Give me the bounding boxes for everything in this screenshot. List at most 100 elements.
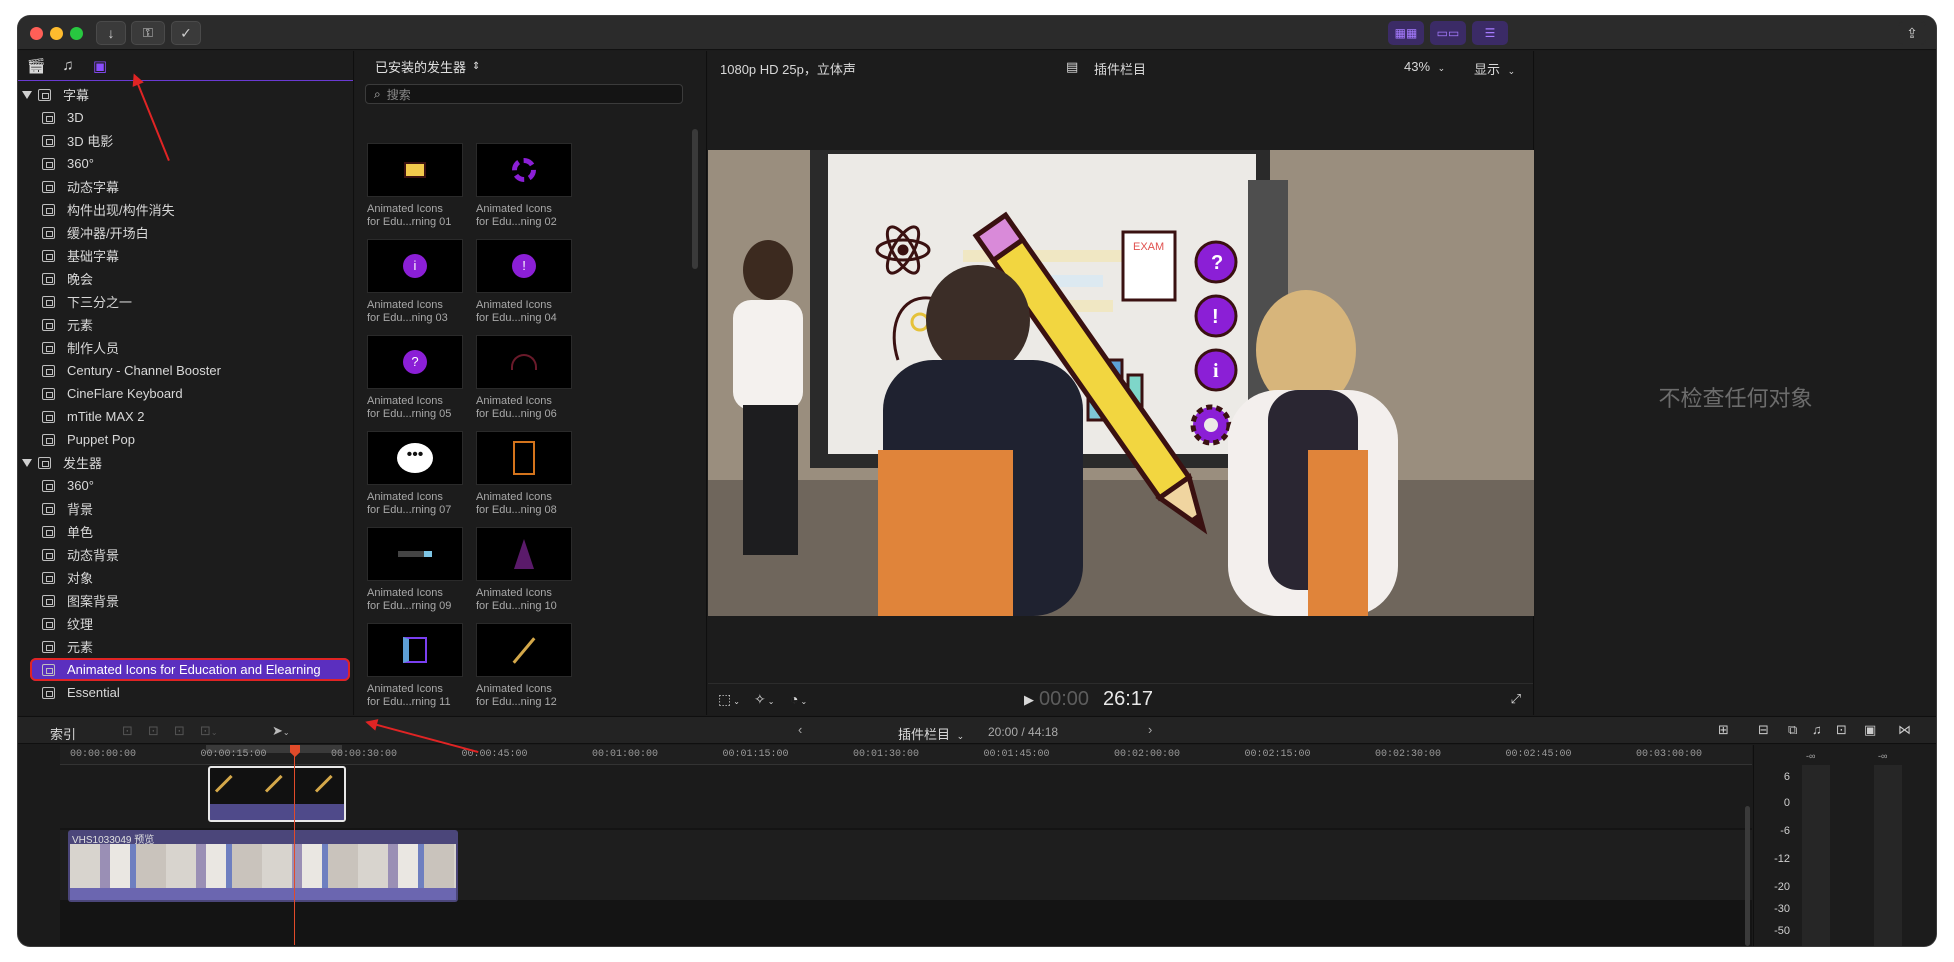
generator-label-line2: for Edu...ning 08 [476,504,557,516]
generator-thumbnail[interactable]: ••• [367,431,463,485]
minimize-window-button[interactable] [50,27,63,40]
timeline-toggle-button[interactable]: ▭▭ [1430,21,1466,45]
share-button[interactable]: ⇪ [1898,21,1926,45]
overwrite-clip-button[interactable]: ⊡⌄ [200,723,218,739]
sidebar-item-label: 动态背景 [67,548,120,563]
speed-tool-button[interactable]: ◔ ⌄ [790,691,807,707]
zoom-window-button[interactable] [70,27,83,40]
sidebar-item[interactable]: Century - Channel Booster [18,359,353,382]
transform-tool-button[interactable]: ⬚ ⌄ [718,691,740,708]
timeline-area[interactable]: VHS1033049 预览 [60,745,1752,946]
headphones-icon[interactable]: ♫ [1812,722,1822,737]
browser-toggle-button[interactable]: ▦▦ [1388,21,1424,45]
generator-thumbnail[interactable] [476,623,572,677]
import-button[interactable]: ↓ [96,21,126,45]
append-clip-button[interactable]: ⊡ [174,723,185,739]
generator-thumbnail[interactable] [367,527,463,581]
sidebar-item[interactable]: 纹理 [18,612,353,635]
generator-thumbnail[interactable] [476,143,572,197]
titles-generators-tab[interactable]: ▣ [90,57,110,77]
index-button[interactable]: 索引 [50,724,76,743]
sidebar-item[interactable]: 360° [18,474,353,497]
timeline-ruler[interactable]: 00:00:00:00 00:00:15:00 00:00:30:00 00:00:4… [60,745,1752,765]
history-back-button[interactable]: ‹ [798,722,802,737]
zoom-dropdown[interactable]: 43% ⌄ [1404,59,1445,74]
sidebar-item[interactable]: 图案背景 [18,589,353,612]
generator-label: Animated Icons for Edu...rning 11 [367,683,467,709]
browser-scrollbar[interactable] [692,129,698,269]
sidebar-item[interactable]: CineFlare Keyboard [18,382,353,405]
sidebar-item[interactable]: Puppet Pop [18,428,353,451]
sidebar-group-0[interactable]: 字幕 [18,83,353,106]
search-input[interactable]: ⌕ 搜索 [365,84,683,104]
photos-audio-tab[interactable]: ♫ [58,57,78,77]
video-clip[interactable]: VHS1033049 预览 [68,830,458,902]
close-window-button[interactable] [30,27,43,40]
clip-appearance-button[interactable]: ⊞ [1718,722,1729,738]
sidebar-item-label: 3D [67,110,84,125]
select-tool-button[interactable]: ➤⌄ [272,723,290,739]
generator-thumbnail[interactable]: ? [367,335,463,389]
sidebar-item[interactable]: 元素 [18,635,353,658]
inspector: 不检查任何对象 [1535,51,1936,715]
sidebar-item[interactable]: Essential [18,681,353,704]
sidebar-item[interactable]: 下三分之一 [18,290,353,313]
sidebar-item-label: 元素 [67,318,94,333]
project-dropdown[interactable]: 插件栏目 ⌄ [898,724,964,743]
sidebar-item[interactable]: 构件出现/构件消失 [18,198,353,221]
sidebar-item[interactable]: 基础字幕 [18,244,353,267]
sidebar-item[interactable]: Animated Icons for Education and Elearni… [30,658,350,681]
browser-header[interactable]: 已安装的发生器 ⇕ [355,51,706,81]
generator-thumbnail[interactable] [367,143,463,197]
ruler-tick-label: 00:01:15:00 [722,749,789,760]
category-icon [42,686,55,699]
app-window: ↓ ⚿ ✓ ▦▦ ▭▭ ☰ ⇪ 🎬︎ ♫ ▣ 字幕 3D 3D 电影 360° 动态字幕… [18,16,1936,946]
sidebar-item[interactable]: 对象 [18,566,353,589]
connect-clip-button[interactable]: ⊡ [122,723,133,739]
play-button[interactable]: ▶ [1024,692,1034,708]
inspector-toggle-button[interactable]: ☰ [1472,21,1508,45]
timeline-index-toggle[interactable]: ⊟ [1758,722,1769,738]
generator-label-line2: for Edu...rning 01 [367,216,452,228]
generator-label-line1: Animated Icons [476,299,552,311]
sidebar-item[interactable]: 动态背景 [18,543,353,566]
skimming-button[interactable]: ⧉ [1788,722,1797,738]
category-icon [42,134,55,147]
sidebar-item[interactable]: 元素 [18,313,353,336]
background-tasks-button[interactable]: ✓ [171,21,201,45]
generator-label-line2: for Edu...ning 04 [476,312,557,324]
overflow-button[interactable]: ⋈ [1898,722,1911,738]
sidebar-item[interactable]: mTitle MAX 2 [18,405,353,428]
sidebar-item[interactable]: 缓冲器/开场白 [18,221,353,244]
generator-thumbnail[interactable] [367,623,463,677]
sidebar-item[interactable]: 动态字幕 [18,175,353,198]
snapping-button[interactable]: ⊡ [1836,722,1847,738]
sidebar-item[interactable]: 360° [18,152,353,175]
solo-button[interactable]: ▣ [1864,722,1876,738]
sidebar-group-1[interactable]: 发生器 [18,451,353,474]
sidebar-item-label: 基础字幕 [67,249,120,264]
keywords-button[interactable]: ⚿ [131,21,165,45]
playhead[interactable] [294,745,295,945]
libraries-tab[interactable]: 🎬︎ [26,57,46,77]
generator-clip[interactable] [208,766,346,822]
sidebar-item[interactable]: 制作人员 [18,336,353,359]
generator-thumbnail[interactable] [476,335,572,389]
generator-thumbnail[interactable]: ! [476,239,572,293]
sidebar-item-label: 3D 电影 [67,134,114,149]
enhance-tool-button[interactable]: ✧ ⌄ [754,691,774,708]
fullscreen-button[interactable]: ⤢ [1511,691,1521,707]
display-dropdown[interactable]: 显示 ⌄ [1474,59,1515,78]
sidebar-item[interactable]: 单色 [18,520,353,543]
sidebar-item[interactable]: 背景 [18,497,353,520]
video-frame[interactable]: EXAM ? ! i [708,150,1534,616]
generator-thumbnail[interactable] [476,527,572,581]
sidebar-item[interactable]: 晚会 [18,267,353,290]
generator-thumbnail[interactable] [476,431,572,485]
history-forward-button[interactable]: › [1148,722,1152,737]
sidebar-item[interactable]: 3D [18,106,353,129]
sidebar-item[interactable]: 3D 电影 [18,129,353,152]
insert-clip-button[interactable]: ⊡ [148,723,159,739]
timeline-scrollbar[interactable] [1745,806,1750,946]
generator-thumbnail[interactable]: i [367,239,463,293]
